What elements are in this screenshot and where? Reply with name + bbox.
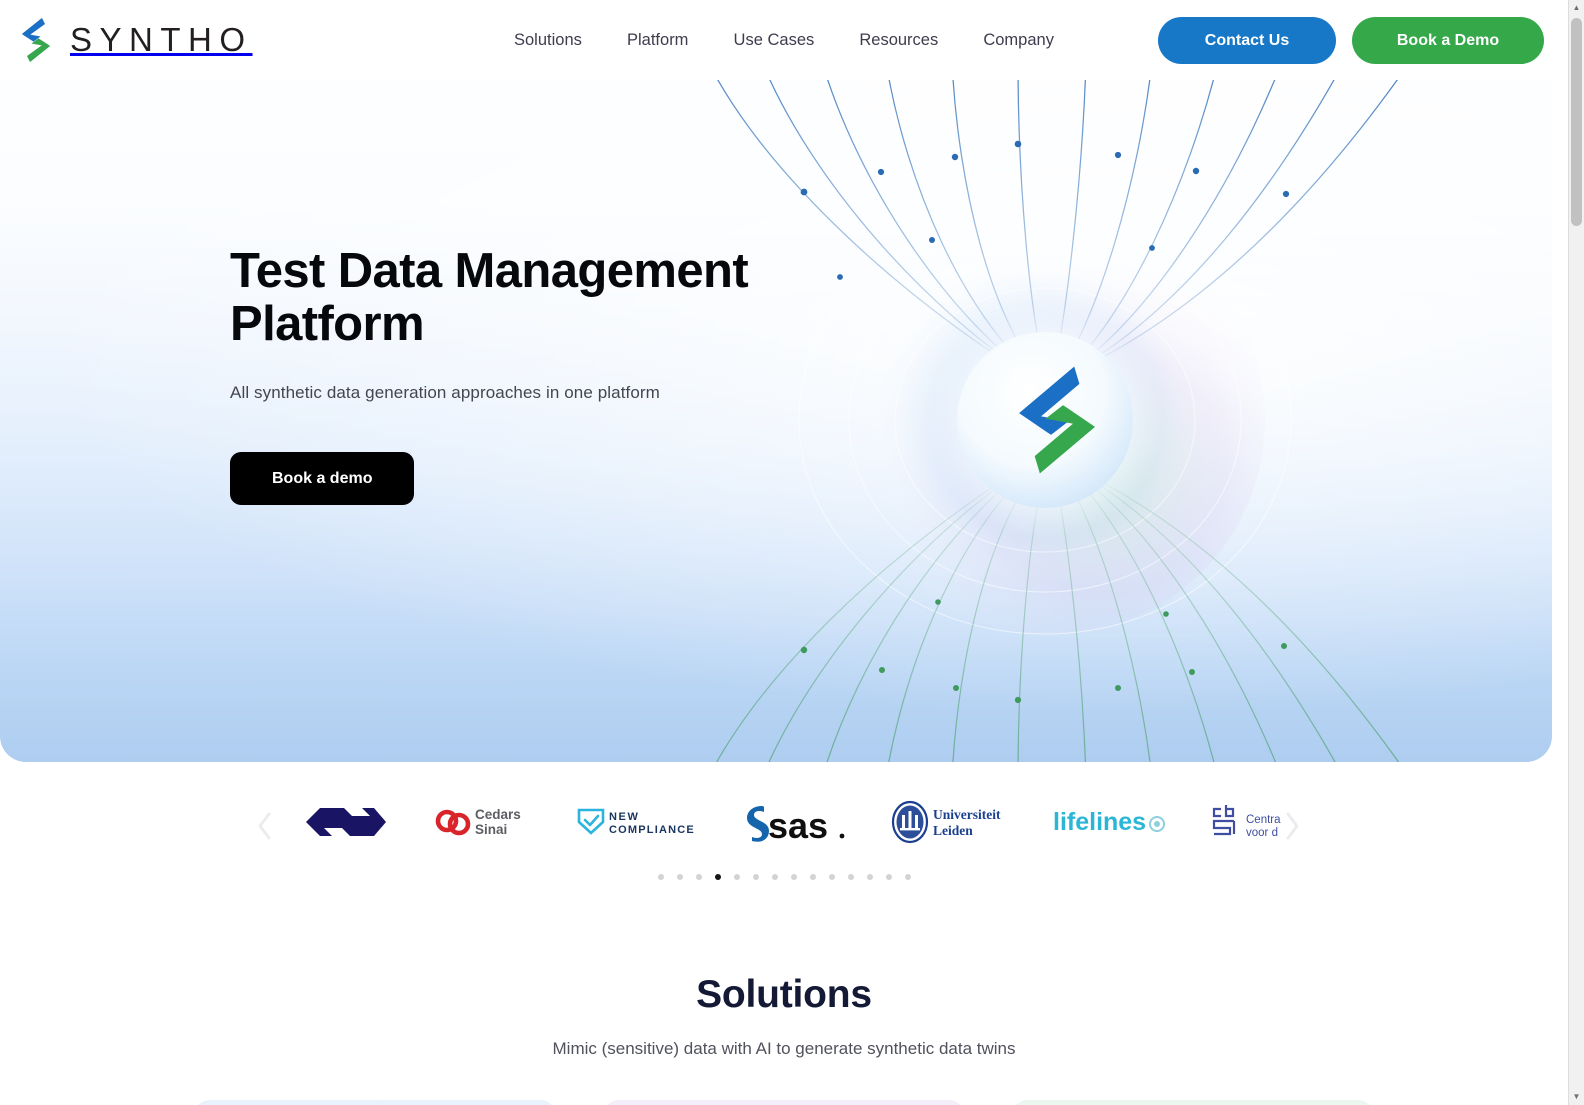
client-logos-section: Cedars Sinai NEW COMPLIANCE sas Universi… (0, 762, 1568, 947)
chevron-right-icon[interactable] (1275, 806, 1309, 846)
svg-text:Sinai: Sinai (475, 822, 507, 837)
vertical-scrollbar[interactable]: ▲ ▼ (1568, 0, 1584, 1105)
chevron-left-icon[interactable] (248, 806, 282, 846)
solution-card-3[interactable] (1012, 1100, 1374, 1105)
nav-item-use-cases[interactable]: Use Cases (734, 31, 815, 50)
svg-text:lifelines: lifelines (1053, 808, 1146, 836)
scroll-down-arrow-icon[interactable]: ▼ (1569, 1089, 1584, 1105)
scroll-up-arrow-icon[interactable]: ▲ (1569, 0, 1584, 16)
cedars-sinai-logo[interactable]: Cedars Sinai (431, 790, 535, 854)
solutions-title: Solutions (696, 973, 872, 1016)
hero-title-line-2: Platform (230, 296, 425, 351)
solutions-card-row (194, 1100, 1374, 1105)
syntho-logo-mark-icon (16, 17, 56, 63)
logo-carousel: Cedars Sinai NEW COMPLIANCE sas Universi… (0, 762, 1568, 882)
lifelines-logo[interactable]: lifelines (1053, 790, 1169, 854)
nav-item-platform[interactable]: Platform (627, 31, 688, 50)
svg-text:Leiden: Leiden (933, 823, 973, 838)
sas-logo[interactable]: sas (742, 790, 850, 854)
hero-section: Test Data Management Platform All synthe… (0, 80, 1552, 762)
logo-track: Cedars Sinai NEW COMPLIANCE sas Universi… (300, 762, 1300, 882)
hero-title-line-1: Test Data Management (230, 244, 749, 298)
svg-text:Universiteit: Universiteit (933, 807, 1001, 822)
book-a-demo-button[interactable]: Book a Demo (1352, 16, 1544, 64)
nav-item-company[interactable]: Company (983, 31, 1054, 50)
site-header: SYNTHO Solutions Platform Use Cases Reso… (0, 0, 1568, 80)
hero-book-a-demo-button[interactable]: Book a demo (230, 451, 415, 505)
brand-wordmark: SYNTHO (70, 21, 253, 58)
solutions-subtitle: Mimic (sensitive) data with AI to genera… (552, 1039, 1016, 1058)
ns-logo[interactable] (300, 790, 392, 854)
new-compliance-logo[interactable]: NEW COMPLIANCE (575, 790, 703, 854)
svg-text:NEW: NEW (609, 811, 639, 823)
nav-item-solutions[interactable]: Solutions (514, 31, 582, 50)
solution-card-1[interactable] (194, 1100, 556, 1105)
syntho-orb-graphic-icon (700, 80, 1400, 762)
brand-logo-link[interactable]: SYNTHO (16, 17, 253, 63)
svg-text:voor d: voor d (1246, 827, 1278, 839)
nav-item-resources[interactable]: Resources (859, 31, 938, 50)
solutions-section: Solutions Mimic (sensitive) data with AI… (0, 947, 1568, 1105)
scrollbar-thumb[interactable] (1571, 18, 1582, 226)
solution-card-2[interactable] (603, 1100, 965, 1105)
svg-text:sas: sas (768, 805, 828, 844)
universiteit-leiden-logo[interactable]: Universiteit Leiden (889, 790, 1013, 854)
contact-us-button[interactable]: Contact Us (1158, 16, 1336, 64)
page-root: SYNTHO Solutions Platform Use Cases Reso… (0, 0, 1568, 1105)
svg-text:COMPLIANCE: COMPLIANCE (609, 824, 695, 836)
svg-text:Cedars: Cedars (475, 807, 521, 822)
header-cta-group: Contact Us Book a Demo (1158, 16, 1544, 64)
main-navigation: Solutions Platform Use Cases Resources C… (514, 31, 1054, 50)
